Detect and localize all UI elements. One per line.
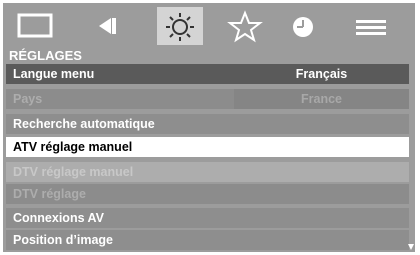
section-title: RÉGLAGES [9,48,82,63]
menu-item-label: DTV réglage [13,187,86,201]
speaker-icon [99,18,116,34]
tab-favorites[interactable] [222,7,268,45]
menu-item-dtv-manual: DTV réglage manuel [6,162,409,182]
tab-channel-list[interactable] [349,7,395,45]
menu-item-label: DTV réglage manuel [13,165,134,179]
star-icon [227,10,263,43]
screen-icon [17,13,53,38]
tab-picture[interactable] [15,7,61,45]
tab-sound[interactable] [85,7,131,45]
tv-settings-screen: RÉGLAGES Langue menu Français Pays Franc… [0,0,420,255]
menu-item-label: Position d’image [13,233,114,247]
menu-item-av-connections[interactable]: Connexions AV [6,208,409,228]
scroll-down-icon[interactable] [408,244,414,250]
menu-item-picture-position[interactable]: Position d’image [6,230,409,250]
settings-menu-panel: RÉGLAGES Langue menu Français Pays Franc… [3,3,415,252]
clock-icon [293,17,313,37]
menu-item-label: Recherche automatique [13,117,155,131]
menu-item-language[interactable]: Langue menu Français [6,64,409,84]
menu-item-label: Connexions AV [13,211,104,225]
menu-item-label: Langue menu [13,67,95,81]
language-value[interactable]: Français [234,64,409,84]
menu-item-label: Pays [13,92,43,106]
tab-timer[interactable] [283,7,329,45]
tab-settings[interactable] [157,7,203,45]
menu-item-dtv-setup: DTV réglage [6,184,409,204]
menu-item-country: Pays France [6,89,409,109]
menu-item-auto-search[interactable]: Recherche automatique [6,114,409,134]
settings-sun-icon [166,13,194,41]
list-icon [356,20,386,35]
menu-item-label: ATV réglage manuel [13,140,133,154]
country-value: France [234,89,409,109]
menu-icon-bar [3,3,415,47]
menu-item-atv-manual[interactable]: ATV réglage manuel [6,137,409,157]
